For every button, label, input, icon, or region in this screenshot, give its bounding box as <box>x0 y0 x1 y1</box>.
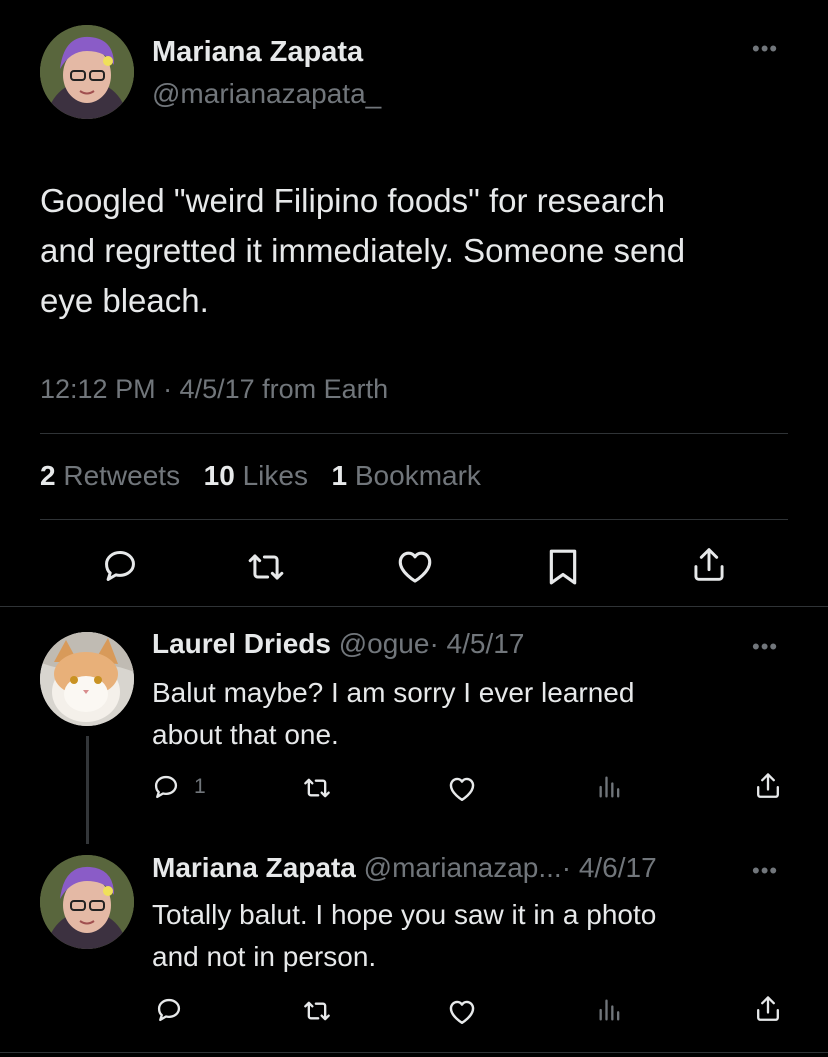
retweets-label: Retweets <box>63 460 181 491</box>
bookmarks-label: Bookmark <box>354 460 481 491</box>
like-icon[interactable] <box>395 548 435 584</box>
reply-text-line: and not in person. <box>152 941 377 972</box>
retweet-icon[interactable] <box>244 548 288 586</box>
reply-text: Totally balut. I hope you saw it in a ph… <box>152 894 656 978</box>
reply-icon[interactable] <box>152 773 180 801</box>
share-icon[interactable] <box>754 994 782 1024</box>
tweet-text-line: and regretted it immediately. Someone se… <box>40 232 686 269</box>
views-icon[interactable] <box>596 996 624 1024</box>
author-avatar[interactable] <box>40 25 134 119</box>
avatar-image <box>40 855 134 949</box>
retweets-stat[interactable]: 2 Retweets <box>40 460 188 491</box>
reply-count: 1 <box>194 775 206 798</box>
likes-stat[interactable]: 10 Likes <box>204 460 316 491</box>
reply-header: Mariana Zapata @marianazap...· 4/6/17 <box>152 852 657 884</box>
likes-count: 10 <box>203 460 235 491</box>
like-icon[interactable] <box>447 775 477 802</box>
divider <box>40 519 788 520</box>
reply-icon[interactable] <box>155 996 183 1024</box>
views-icon[interactable] <box>596 773 624 801</box>
reply-header: Laurel Drieds @ogue· 4/5/17 <box>152 628 524 660</box>
divider <box>0 1052 828 1053</box>
reply-text-line: about that one. <box>152 719 339 750</box>
bookmark-icon[interactable] <box>546 547 580 587</box>
more-options-icon[interactable]: ••• <box>752 860 778 882</box>
share-icon[interactable] <box>754 771 782 801</box>
reply-date[interactable]: · 4/6/17 <box>562 852 657 883</box>
avatar-image <box>40 632 134 726</box>
tweet-text-line: Googled "weird Filipino foods" for resea… <box>40 182 666 219</box>
avatar-image <box>40 25 134 119</box>
reply-author-handle[interactable]: @ogue <box>339 628 430 659</box>
reply-text-line: Totally balut. I hope you saw it in a ph… <box>152 899 657 930</box>
reply-author-name[interactable]: Mariana Zapata <box>152 852 356 883</box>
more-options-icon[interactable]: ••• <box>752 38 778 60</box>
reply-author-name[interactable]: Laurel Drieds <box>152 628 331 659</box>
reply-avatar[interactable] <box>40 632 134 726</box>
retweet-icon[interactable] <box>301 774 333 802</box>
reply-text-line: Balut maybe? I am sorry I ever learned <box>152 677 635 708</box>
reply-avatar[interactable] <box>40 855 134 949</box>
reply-icon[interactable] <box>101 547 139 585</box>
tweet-text: Googled "weird Filipino foods" for resea… <box>40 176 685 326</box>
reply-author-handle[interactable]: @marianazap... <box>364 852 562 883</box>
thread-connector-line <box>86 736 89 844</box>
reply-date[interactable]: · 4/5/17 <box>429 628 524 659</box>
engagement-stats: 2 Retweets 10 Likes 1 Bookmark <box>40 460 481 492</box>
reply-text: Balut maybe? I am sorry I ever learned a… <box>152 672 634 756</box>
tweet-timestamp[interactable]: 12:12 PM · 4/5/17 from Earth <box>40 374 388 405</box>
bookmarks-count: 1 <box>331 460 348 491</box>
share-icon[interactable] <box>690 545 728 585</box>
more-options-icon[interactable]: ••• <box>752 636 778 658</box>
divider <box>0 606 828 607</box>
retweet-icon[interactable] <box>301 997 333 1025</box>
divider <box>40 433 788 434</box>
likes-label: Likes <box>242 460 308 491</box>
bookmarks-stat[interactable]: 1 Bookmark <box>332 460 481 491</box>
retweets-count: 2 <box>40 460 56 491</box>
author-name[interactable]: Mariana Zapata <box>152 36 363 69</box>
author-handle[interactable]: @marianazapata_ <box>152 78 381 110</box>
tweet-text-line: eye bleach. <box>40 282 209 319</box>
like-icon[interactable] <box>447 998 477 1025</box>
